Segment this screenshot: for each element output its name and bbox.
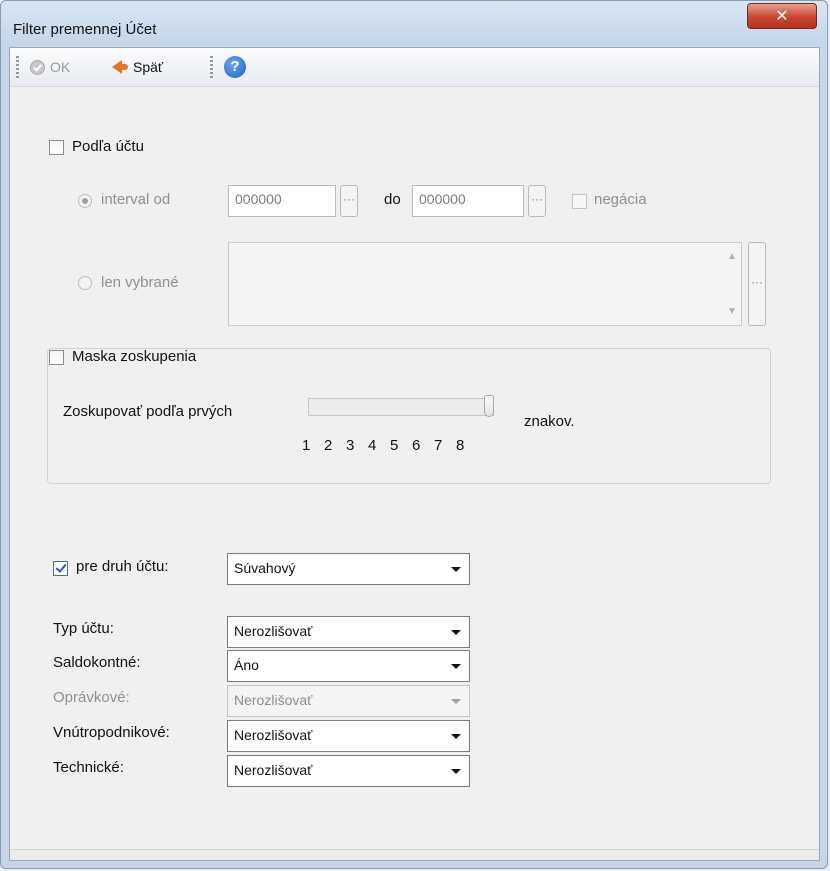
close-icon: ✕ bbox=[775, 8, 789, 25]
window-title: Filter premennej Účet bbox=[13, 21, 157, 38]
internal-value: Nerozlišovať bbox=[234, 727, 313, 743]
selected-only-radio[interactable] bbox=[78, 276, 92, 290]
tick-label: 1 bbox=[302, 437, 311, 454]
group-by-label: Zoskupovať podľa prvých bbox=[63, 403, 233, 420]
ok-button[interactable]: OK bbox=[30, 57, 70, 77]
interval-label: interval od bbox=[101, 191, 171, 208]
group-suffix-label: znakov. bbox=[524, 413, 575, 430]
depreciation-select[interactable]: Nerozlišovať bbox=[227, 685, 470, 717]
account-kind-select[interactable]: Súvahový bbox=[227, 553, 470, 585]
depreciation-label: Oprávkové: bbox=[53, 689, 130, 706]
technical-value: Nerozlišovať bbox=[234, 762, 313, 778]
negation-label: negácia bbox=[594, 191, 647, 208]
interval-from-input[interactable]: 000000 bbox=[228, 185, 336, 217]
toolbar: OK Späť ? bbox=[10, 48, 819, 87]
tick-label: 2 bbox=[324, 437, 333, 454]
back-arrow-icon bbox=[112, 60, 128, 74]
technical-select[interactable]: Nerozlišovať bbox=[227, 755, 470, 787]
depreciation-value: Nerozlišovať bbox=[234, 692, 313, 708]
toolbar-grip[interactable] bbox=[16, 56, 19, 78]
account-kind-checkbox[interactable] bbox=[53, 561, 68, 576]
interval-to-input[interactable]: 000000 bbox=[412, 185, 524, 217]
group-mask-checkbox[interactable] bbox=[49, 350, 64, 365]
technical-label: Technické: bbox=[53, 759, 124, 776]
interval-radio[interactable] bbox=[78, 194, 92, 208]
group-mask-label: Maska zoskupenia bbox=[72, 348, 197, 365]
chevron-down-icon bbox=[451, 567, 461, 572]
help-icon[interactable]: ? bbox=[224, 56, 246, 78]
internal-label: Vnútropodnikové: bbox=[53, 724, 170, 741]
account-filter-label: Podľa účtu bbox=[72, 138, 144, 155]
tick-label: 6 bbox=[412, 437, 421, 454]
interval-to-browse-button[interactable]: ··· bbox=[528, 185, 546, 217]
account-type-select[interactable]: Nerozlišovať bbox=[227, 616, 470, 648]
dialog-client-area: OK Späť ? Podľa účtu interval od 000000 … bbox=[9, 47, 820, 861]
close-button[interactable]: ✕ bbox=[747, 3, 817, 29]
ok-label: OK bbox=[50, 59, 71, 75]
internal-select[interactable]: Nerozlišovať bbox=[227, 720, 470, 752]
selected-accounts-browse-button[interactable]: ··· bbox=[748, 242, 766, 326]
saldokont-value: Áno bbox=[234, 657, 259, 673]
slider-ticks: 1 2 3 4 5 6 7 8 bbox=[302, 437, 478, 454]
title-bar: Filter premennej Účet ✕ bbox=[1, 1, 827, 47]
group-length-slider[interactable] bbox=[308, 398, 494, 416]
chevron-down-icon bbox=[451, 769, 461, 774]
selected-only-label: len vybrané bbox=[101, 274, 179, 291]
scroll-up-icon[interactable]: ▲ bbox=[727, 251, 737, 262]
chevron-down-icon bbox=[451, 664, 461, 669]
tick-label: 4 bbox=[368, 437, 377, 454]
scroll-down-icon[interactable]: ▼ bbox=[727, 306, 737, 317]
tick-label: 5 bbox=[390, 437, 399, 454]
chevron-down-icon bbox=[451, 630, 461, 635]
account-kind-value: Súvahový bbox=[234, 560, 296, 576]
back-label: Späť bbox=[133, 59, 164, 75]
selected-accounts-list[interactable]: ▲ ▼ bbox=[228, 242, 742, 326]
slider-thumb[interactable] bbox=[484, 395, 494, 417]
toolbar-separator bbox=[210, 56, 213, 78]
dialog-bottom-edge bbox=[10, 849, 819, 860]
tick-label: 3 bbox=[346, 437, 355, 454]
chevron-down-icon bbox=[451, 699, 461, 704]
account-kind-label: pre druh účtu: bbox=[76, 558, 169, 575]
saldokont-select[interactable]: Áno bbox=[227, 650, 470, 682]
ok-check-icon bbox=[30, 59, 45, 75]
tick-label: 8 bbox=[456, 437, 465, 454]
interval-to-label: do bbox=[384, 191, 401, 208]
tick-label: 7 bbox=[434, 437, 443, 454]
account-type-value: Nerozlišovať bbox=[234, 623, 313, 639]
account-type-label: Typ účtu: bbox=[53, 620, 114, 637]
saldokont-label: Saldokontné: bbox=[53, 654, 141, 671]
chevron-down-icon bbox=[451, 734, 461, 739]
back-button[interactable]: Späť bbox=[112, 57, 163, 77]
account-filter-checkbox[interactable] bbox=[49, 140, 64, 155]
interval-from-browse-button[interactable]: ··· bbox=[340, 185, 358, 217]
negation-checkbox[interactable] bbox=[572, 194, 587, 209]
dialog-window: Filter premennej Účet ✕ OK Späť ? Podľa … bbox=[0, 0, 828, 869]
